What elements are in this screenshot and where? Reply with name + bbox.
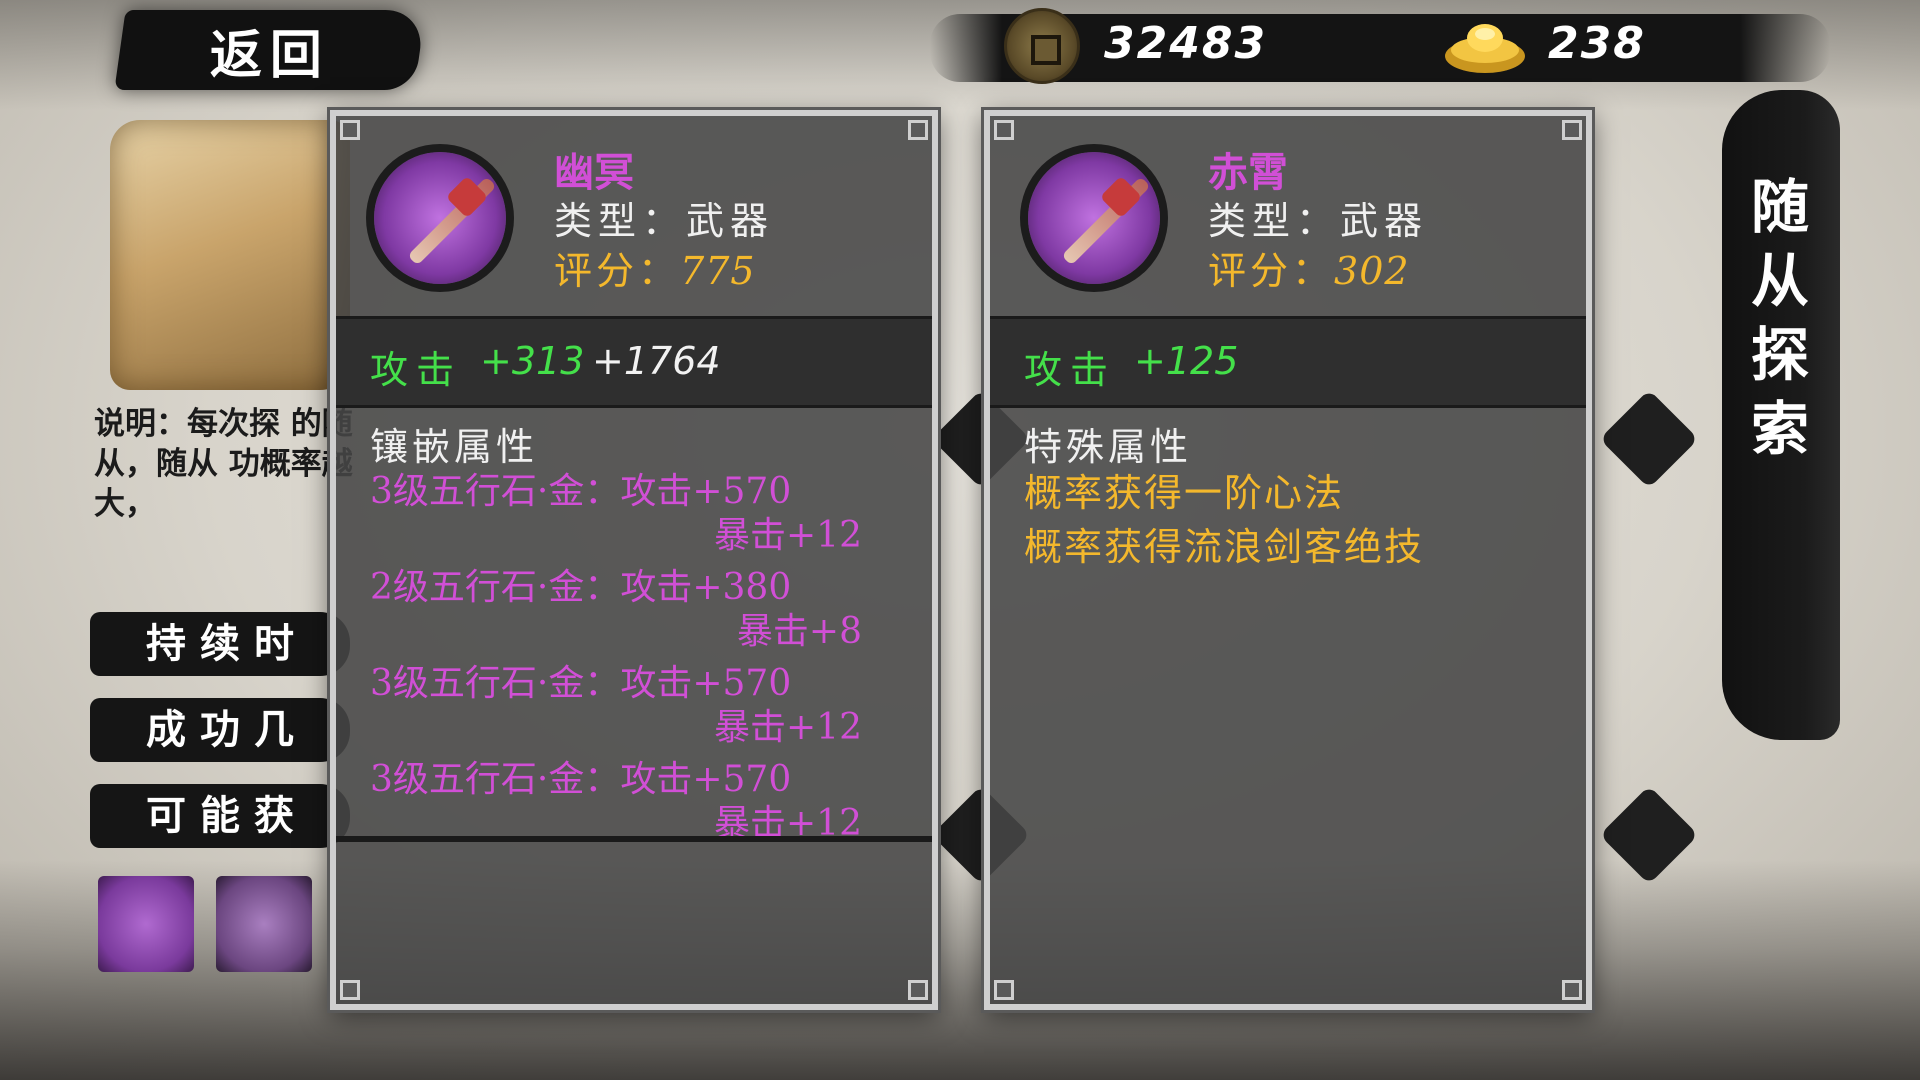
item-tooltip-right: 赤霄 类型：武器 评分：302 攻击 +125 特殊属性 概率获得一阶心法 概率… <box>984 110 1592 1010</box>
gold-count: 238 <box>1548 18 1646 69</box>
back-button-label: 返回 <box>209 24 330 86</box>
divider <box>336 836 932 842</box>
corner-ornament <box>1562 980 1582 1000</box>
sword-icon <box>374 152 506 284</box>
gold-ingot-icon <box>1445 24 1525 73</box>
attack-bonus: +313 <box>480 339 585 383</box>
item-type: 类型：武器 <box>1208 199 1429 243</box>
possible-rewards-label: 可能获 <box>90 784 350 848</box>
coin-icon <box>1004 8 1080 84</box>
attack-row: 攻击 +313 +1764 <box>336 316 932 408</box>
attack-label: 攻击 <box>370 348 463 392</box>
page-title: 随 从 探 索 <box>1740 170 1820 466</box>
special-attribute: 概率获得一阶心法 <box>1024 471 1345 515</box>
exploration-map-image <box>110 120 350 390</box>
item-score-label: 评分： <box>554 249 681 293</box>
item-score-label: 评分： <box>1208 249 1335 293</box>
exploration-description: 说明：每次探 的随从，随从 功概率越大， <box>94 406 353 522</box>
gem-sub: 暴击+12 <box>714 707 862 748</box>
corner-ornament <box>340 120 360 140</box>
reward-slot-weapon[interactable] <box>98 876 194 972</box>
back-button[interactable]: 返回 <box>114 10 426 90</box>
corner-ornament <box>908 980 928 1000</box>
attack-row: 攻击 +125 <box>990 316 1586 408</box>
corner-ornament <box>994 980 1014 1000</box>
attack-label: 攻击 <box>1024 348 1117 392</box>
item-score-value: 302 <box>1334 249 1410 293</box>
dagger-icon <box>1028 152 1160 284</box>
corner-ornament <box>994 120 1014 140</box>
title-char: 索 <box>1750 395 1809 463</box>
corner-ornament <box>908 120 928 140</box>
item-score-value: 775 <box>680 249 756 293</box>
special-attribute: 概率获得流浪剑客绝技 <box>1024 525 1425 569</box>
item-score: 评分：302 <box>1208 240 1410 295</box>
success-rate-label: 成功几 <box>90 698 350 762</box>
gem-sub: 暴击+8 <box>736 611 862 652</box>
knot-ornament <box>1599 389 1699 489</box>
gem-line: 2级五行石·金：攻击+380 <box>370 567 792 608</box>
title-char: 随 <box>1750 173 1809 241</box>
reward-slot-coin[interactable] <box>216 876 312 972</box>
duration-label: 持续时 <box>90 612 350 676</box>
gem-sub: 暴击+12 <box>714 515 862 556</box>
title-char: 从 <box>1750 247 1809 315</box>
title-char: 探 <box>1750 321 1809 389</box>
item-tooltip-left: 幽冥 类型：武器 评分：775 攻击 +313 +1764 镶嵌属性 3级五行石… <box>330 110 938 1010</box>
coin-count: 32483 <box>1104 18 1268 69</box>
item-score: 评分：775 <box>554 240 756 295</box>
attack-total: +1764 <box>592 339 721 383</box>
corner-ornament <box>340 980 360 1000</box>
corner-ornament <box>1562 120 1582 140</box>
item-type: 类型：武器 <box>554 199 775 243</box>
attack-bonus: +125 <box>1134 339 1239 383</box>
